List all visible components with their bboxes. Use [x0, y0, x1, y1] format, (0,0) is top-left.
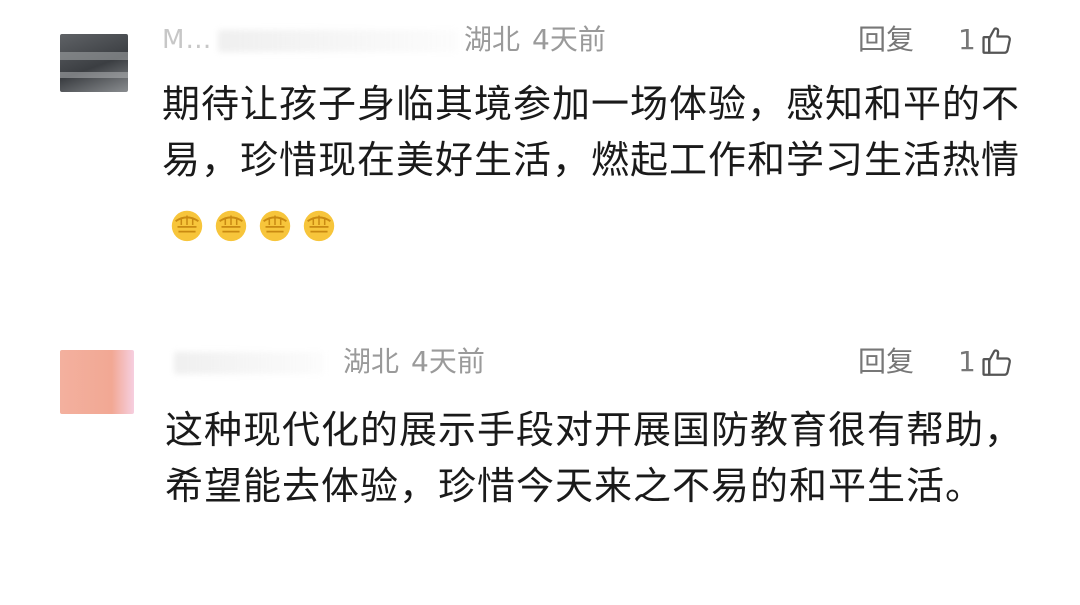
timestamp: 4天前 — [411, 345, 485, 378]
thumbs-up-icon — [982, 349, 1011, 376]
fist-emoji — [303, 210, 335, 241]
comment-meta: 湖北 4天前 — [464, 20, 606, 60]
fist-emoji — [171, 210, 203, 241]
username-blur — [218, 29, 459, 52]
avatar[interactable] — [60, 350, 134, 414]
comment-item: 湖北 4天前 回复 1 这种现代化的展示手段对开展国防教育很有帮助，希望能去体验，… — [0, 330, 1080, 605]
comment-item: M… 湖北 4天前 回复 1 期待让孩子身临其境参加一场体验，感知和平的不易，珍惜… — [0, 0, 1080, 300]
reply-button[interactable]: 回复 — [858, 20, 914, 60]
comment-text: 期待让孩子身临其境参加一场体验，感知和平的不易，珍惜现在美好生活，燃起工作和学习… — [162, 76, 1022, 250]
username[interactable]: M… — [162, 20, 459, 60]
fist-emoji — [259, 210, 291, 241]
like-button[interactable]: 1 — [958, 20, 1014, 60]
username-text: M… — [162, 25, 213, 55]
comment-meta: 湖北 4天前 — [343, 342, 485, 382]
emoji-group — [162, 194, 338, 250]
location-text: 湖北 — [343, 345, 400, 378]
username[interactable] — [168, 342, 324, 382]
like-button[interactable]: 1 — [958, 342, 1014, 382]
comment-list: M… 湖北 4天前 回复 1 期待让孩子身临其境参加一场体验，感知和平的不易，珍惜… — [0, 0, 1080, 605]
thumbs-up-icon — [982, 27, 1011, 54]
comment-body: 期待让孩子身临其境参加一场体验，感知和平的不易，珍惜现在美好生活，燃起工作和学习… — [162, 82, 1021, 182]
username-blur — [174, 351, 324, 374]
comment-body: 这种现代化的展示手段对开展国防教育很有帮助，希望能去体验，珍惜今天来之不易的和平… — [165, 408, 1024, 508]
location-text: 湖北 — [464, 23, 521, 56]
timestamp: 4天前 — [532, 23, 606, 56]
like-count: 1 — [958, 23, 976, 56]
like-count: 1 — [958, 345, 976, 378]
comment-text: 这种现代化的展示手段对开展国防教育很有帮助，希望能去体验，珍惜今天来之不易的和平… — [165, 402, 1025, 514]
reply-button[interactable]: 回复 — [858, 342, 914, 382]
fist-emoji — [215, 210, 247, 241]
avatar[interactable] — [60, 34, 128, 92]
